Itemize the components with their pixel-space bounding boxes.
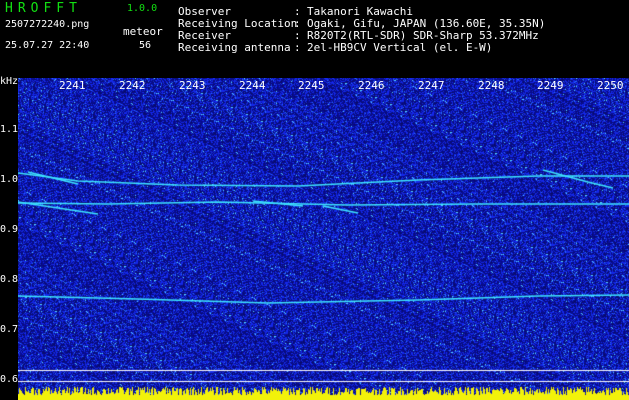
info-value-antenna: 2el-HB9CV Vertical (el. E-W) bbox=[307, 41, 493, 54]
y-tick-label: 0.9 bbox=[0, 224, 19, 235]
info-colon: : bbox=[294, 41, 301, 54]
mode-label: meteor bbox=[123, 25, 163, 38]
y-tick-label: 1.1 bbox=[0, 124, 19, 135]
y-tick-label: 0.8 bbox=[0, 274, 19, 285]
timestamp: 25.07.27 22:40 bbox=[5, 40, 90, 51]
x-tick-label: 2248 bbox=[478, 79, 505, 92]
y-tick-label: 0.6 bbox=[0, 374, 19, 385]
spectrogram-plot bbox=[18, 78, 629, 400]
x-tick-label: 2244 bbox=[239, 79, 266, 92]
x-tick-label: 2245 bbox=[298, 79, 325, 92]
info-label-antenna: Receiving antenna bbox=[178, 41, 291, 54]
y-axis-unit: kHz bbox=[0, 76, 19, 87]
app-name: HROFFT bbox=[5, 1, 82, 16]
app-version: 1.0.0 bbox=[127, 3, 158, 14]
event-count: 56 bbox=[139, 40, 152, 51]
x-tick-label: 2249 bbox=[537, 79, 564, 92]
x-tick-label: 2243 bbox=[179, 79, 206, 92]
x-tick-label: 2250 bbox=[597, 79, 624, 92]
filename: 2507272240.png bbox=[5, 19, 90, 30]
x-tick-label: 2242 bbox=[119, 79, 146, 92]
x-tick-label: 2247 bbox=[418, 79, 445, 92]
x-tick-label: 2246 bbox=[358, 79, 385, 92]
y-tick-label: 0.7 bbox=[0, 324, 19, 335]
x-tick-label: 2241 bbox=[59, 79, 86, 92]
y-tick-label: 1.0 bbox=[0, 174, 19, 185]
